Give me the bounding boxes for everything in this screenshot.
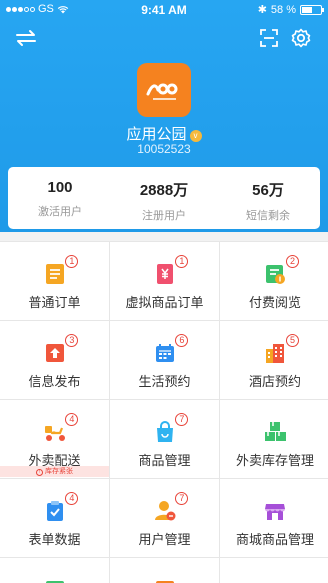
menu-icon <box>45 581 64 583</box>
stats-card: 100 激活用户 2888万 注册用户 56万 短信剩余 <box>8 167 320 229</box>
app-id: 10052523 <box>137 142 191 156</box>
menu-item-partial[interactable] <box>110 558 219 583</box>
delivery-scooter-icon <box>44 426 65 441</box>
stat-label: 短信剩余 <box>246 210 290 222</box>
scan-icon[interactable] <box>258 27 280 49</box>
menu-item-label: 外卖库存管理 <box>235 453 314 468</box>
user-manage-icon <box>154 501 175 521</box>
count-badge: 7 <box>175 492 189 505</box>
menu-item-label: 酒店预约 <box>248 374 301 389</box>
menu-item-label: 商城商品管理 <box>235 532 314 547</box>
count-badge: 2 <box>286 255 299 268</box>
count-badge: 1 <box>175 255 189 268</box>
status-bar: GS 9:41 AM ✱ 58 % <box>0 0 328 20</box>
order-list-icon <box>45 264 64 284</box>
store-icon <box>265 504 285 520</box>
app-logo-icon <box>146 83 178 100</box>
shopping-bag-icon <box>156 421 173 442</box>
verified-badge-icon: v <box>189 130 202 142</box>
count-badge: 3 <box>65 334 79 347</box>
stat-label: 激活用户 <box>38 206 82 218</box>
function-grid: 1 普通订单 1 虚拟商品订单 2 付费阅览 3 信息发布 6 生活预约 5 酒店预约 4 外卖配送! 库… <box>0 241 328 583</box>
battery-icon <box>300 4 324 15</box>
count-badge: 4 <box>65 413 79 426</box>
stat-active-users[interactable]: 100 激活用户 <box>8 167 112 229</box>
menu-item-partial[interactable] <box>220 558 328 583</box>
warning-icon: ! <box>36 469 44 476</box>
count-badge: 5 <box>286 334 299 347</box>
menu-item-label: 表单数据 <box>28 532 81 547</box>
menu-item-hotel[interactable]: 5 酒店预约 <box>220 321 328 399</box>
menu-item-label: 商品管理 <box>138 453 191 468</box>
settings-icon[interactable] <box>290 27 312 49</box>
menu-item-label: 虚拟商品订单 <box>125 295 204 310</box>
stat-value: 56万 <box>252 182 284 199</box>
bluetooth-icon: ✱ <box>257 4 267 16</box>
menu-item-partial[interactable] <box>0 558 109 583</box>
hotel-icon <box>266 344 284 363</box>
app-name: 应用公园 v <box>0 123 328 144</box>
count-badge: 6 <box>175 334 189 347</box>
swap-arrows-icon[interactable] <box>15 27 37 49</box>
stat-label: 注册用户 <box>142 210 186 222</box>
stat-value: 100 <box>47 179 73 196</box>
app-name-text: 应用公园 <box>126 126 187 143</box>
menu-item-shopping-bag[interactable]: 7 商品管理 <box>110 400 219 478</box>
count-badge: 7 <box>175 413 189 426</box>
yuan-list-icon <box>156 264 173 284</box>
battery-percent: 58 % <box>270 3 296 16</box>
menu-item-yuan-list[interactable]: 1 虚拟商品订单 <box>110 242 219 320</box>
menu-item-publish[interactable]: 3 信息发布 <box>0 321 109 399</box>
publish-icon <box>45 344 64 362</box>
count-badge: 1 <box>65 255 79 268</box>
paid-reading-icon <box>266 265 285 284</box>
inventory-boxes-icon <box>265 422 286 441</box>
stock-warning: ! 库存紧张 <box>0 466 109 477</box>
stat-registered-users[interactable]: 2888万 注册用户 <box>112 167 216 229</box>
menu-item-label: 普通订单 <box>28 295 81 310</box>
menu-item-label: 信息发布 <box>28 374 81 389</box>
menu-item-delivery-scooter[interactable]: 4 外卖配送! 库存紧张 <box>0 400 109 478</box>
menu-item-label: 用户管理 <box>138 532 191 547</box>
stock-warning-text: 库存紧张 <box>44 468 73 475</box>
stat-value: 2888万 <box>139 182 189 199</box>
app-logo[interactable] <box>137 63 191 117</box>
count-badge: 4 <box>65 492 79 505</box>
menu-item-user-manage[interactable]: 7 用户管理 <box>110 479 219 557</box>
menu-item-store[interactable]: 商城商品管理 <box>220 479 328 557</box>
menu-item-inventory-boxes[interactable]: 外卖库存管理 <box>220 400 328 478</box>
menu-item-calendar[interactable]: 6 生活预约 <box>110 321 219 399</box>
calendar-icon <box>155 344 174 362</box>
menu-item-paid-reading[interactable]: 2 付费阅览 <box>220 242 328 320</box>
menu-item-order-list[interactable]: 1 普通订单 <box>0 242 109 320</box>
menu-item-clipboard-check[interactable]: 4 表单数据 <box>0 479 109 557</box>
menu-item-label: 付费阅览 <box>248 295 301 310</box>
menu-icon <box>155 581 174 583</box>
clipboard-check-icon <box>46 501 63 521</box>
menu-item-label: 生活预约 <box>138 374 191 389</box>
stat-sms-remaining[interactable]: 56万 短信剩余 <box>216 167 320 229</box>
